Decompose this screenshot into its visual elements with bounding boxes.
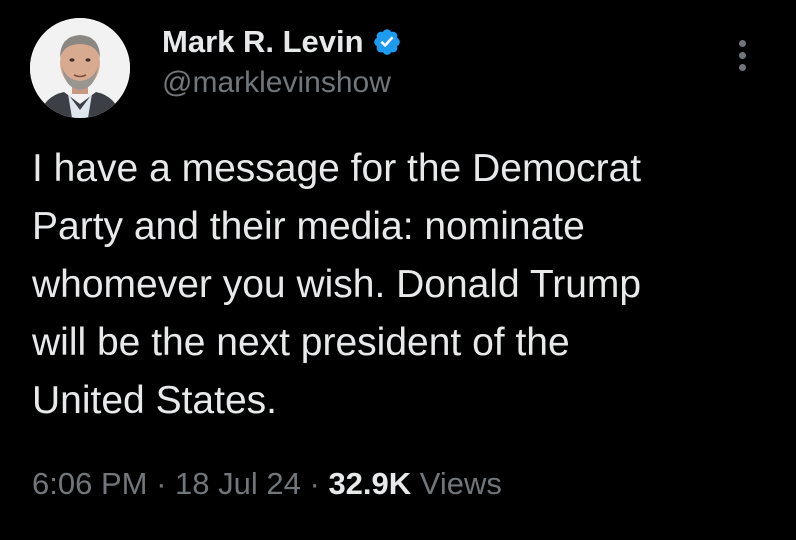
more-vertical-icon[interactable] (735, 40, 749, 76)
tweet-text-line: will be the next president of the (32, 321, 570, 364)
tweet-card: Mark R. Levin @marklevinshow I have a me… (0, 0, 796, 540)
tweet-meta: 6:06 PM · 18 Jul 24 · 32.9K Views (32, 466, 502, 502)
tweet-text-line: United States. (32, 379, 277, 422)
author-handle[interactable]: @marklevinshow (162, 66, 391, 100)
verified-badge-icon (372, 27, 402, 57)
meta-separator: · (309, 466, 320, 501)
tweet-text-line: whomever you wish. Donald Trump (32, 263, 642, 306)
author-name-row: Mark R. Levin (162, 22, 402, 62)
views-count: 32.9K (328, 466, 412, 501)
meta-separator: · (156, 466, 167, 501)
tweet-date[interactable]: 18 Jul 24 (175, 466, 301, 501)
avatar[interactable] (30, 18, 130, 118)
tweet-time[interactable]: 6:06 PM (32, 466, 147, 501)
views-label: Views (419, 466, 502, 501)
tweet-text-line: I have a message for the Democrat (32, 147, 642, 190)
tweet-text: I have a message for the Democrat Party … (32, 140, 782, 430)
avatar-photo (30, 18, 130, 118)
display-name[interactable]: Mark R. Levin (162, 24, 364, 60)
tweet-text-line: Party and their media: nominate (32, 205, 585, 248)
